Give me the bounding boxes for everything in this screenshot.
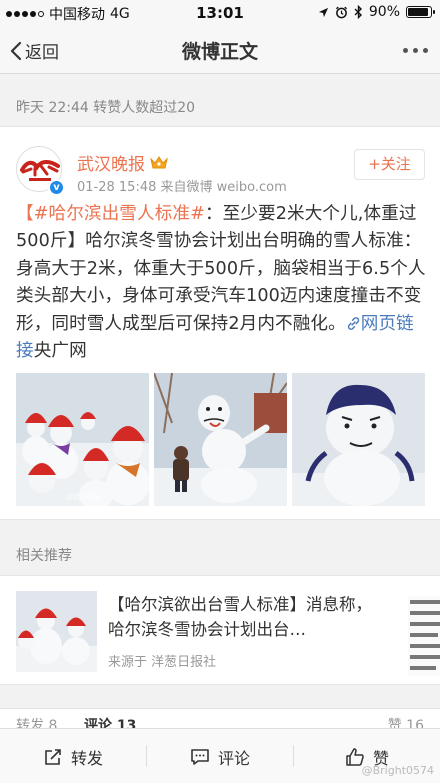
topic-hashtag-link[interactable]: 【#哈尔滨出雪人标准# [16,204,205,224]
bluetooth-icon [354,5,362,19]
location-icon [318,7,328,17]
battery-icon [406,6,435,18]
back-button[interactable]: 返回 [10,38,59,63]
photo-grid: @武汉晚报 [16,373,425,506]
bottom-toolbar: 转发 评论 赞 @Bright0574 [0,728,440,783]
page-title: 微博正文 [181,41,258,63]
link-source: 央广网 [33,341,87,362]
repost-icon [45,748,61,765]
post-photo[interactable] [292,373,425,506]
back-label: 返回 [25,43,59,63]
alarm-icon [335,6,347,18]
status-bar-right: 90% [318,4,435,20]
comment-label: 评论 [217,748,250,768]
link-icon [347,316,359,330]
chevron-left-icon [10,41,22,60]
more-dot-icon [423,47,428,53]
battery-percent: 90% [368,4,400,20]
snowman-with-child-image [154,373,287,506]
vip-crown-icon [150,156,168,169]
post-time-source: 01-28 15:48 来自微博 weibo.com [77,180,287,195]
repost-button[interactable]: 转发 [0,729,146,783]
related-thumbnail [16,591,97,672]
weibo-post: v 武汉晚报 01-28 15:48 来自微博 weibo.com +关注 【#… [0,126,440,520]
post-photo[interactable] [154,373,287,506]
repost-label: 转发 [70,748,103,768]
related-article-source: 来源于 洋葱日报社 [108,655,217,670]
cartoon-snowman-image [292,373,425,506]
more-options-button[interactable] [403,40,428,60]
verified-badge-icon: v [48,179,65,196]
comment-button[interactable]: 评论 [147,729,293,783]
related-article-card[interactable]: 【哈尔滨欲出台雪人标准】消息称，哈尔滨冬雪协会计划出台… 来源于 洋葱日报社 [0,575,440,685]
related-side-preview-image [408,596,440,676]
more-dot-icon [413,47,418,53]
comment-icon [191,748,209,765]
snowmen-row-image [16,373,149,506]
more-dot-icon [403,47,408,53]
follow-button[interactable]: +关注 [354,149,425,180]
post-photo[interactable]: @武汉晚报 [16,373,149,506]
related-article-title: 【哈尔滨欲出台雪人标准】消息称，哈尔滨冬雪协会计划出台… [108,595,372,639]
watermark: @Bright0574 [361,764,434,777]
related-section-label: 相关推荐 [16,548,72,564]
author-name[interactable]: 武汉晚报 [77,150,169,175]
repost-meta-line: 昨天 22:44 转赞人数超过20 [16,100,196,116]
post-body: 【#哈尔滨出雪人标准#：至少要2米大个儿,体重过500斤】哈尔滨冬雪协会计划出台… [16,201,426,365]
author-name-label: 武汉晚报 [77,155,145,175]
photo-caption: @武汉晚报 [66,493,101,501]
status-bar: 中国移动 4G 13:01 90% [0,0,440,26]
navigation-bar: 返回 微博正文 [0,26,440,74]
